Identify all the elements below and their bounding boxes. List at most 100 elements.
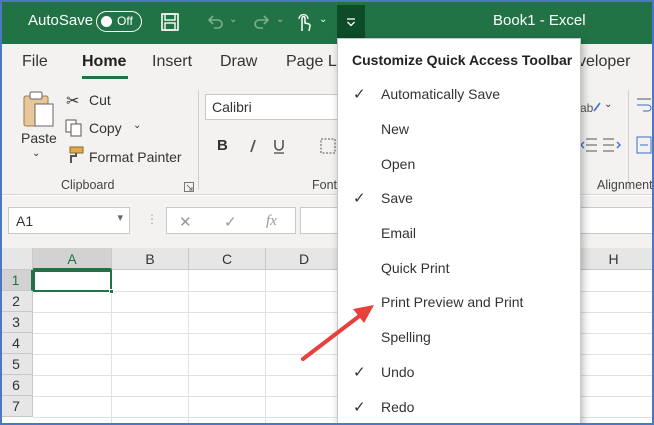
column-header-a[interactable]: A <box>33 248 112 270</box>
paste-chevron-icon[interactable]: ⌄ <box>32 148 40 159</box>
decrease-indent-icon[interactable] <box>580 137 598 156</box>
italic-icon[interactable] <box>246 138 260 157</box>
tab-file[interactable]: File <box>22 53 48 71</box>
format-painter-icon <box>65 146 85 167</box>
scissors-icon: ✂ <box>66 93 80 110</box>
wrap-text-icon[interactable] <box>636 96 652 119</box>
borders-icon[interactable] <box>320 138 336 157</box>
copy-icon <box>65 119 83 140</box>
menu-item-quick-print[interactable]: Quick Print <box>338 252 580 286</box>
tab-insert[interactable]: Insert <box>152 53 192 71</box>
group-separator <box>198 90 199 190</box>
autosave-state: Off <box>117 14 133 28</box>
menu-item-open[interactable]: Open <box>338 148 580 182</box>
customize-qat-menu: Customize Quick Access Toolbar ✓ Automat… <box>337 38 581 425</box>
menu-item-label: Open <box>381 156 416 172</box>
menu-item-label: Save <box>381 190 413 206</box>
group-separator <box>628 90 629 190</box>
menu-item-save[interactable]: ✓ Save <box>338 182 580 216</box>
font-name-value: Calibri <box>212 99 252 115</box>
active-cell-a1[interactable] <box>33 270 114 294</box>
save-icon[interactable] <box>158 10 182 34</box>
column-header-h[interactable]: H <box>574 248 654 270</box>
column-header-b[interactable]: B <box>112 248 189 270</box>
tab-page-layout[interactable]: Page L <box>286 53 337 71</box>
active-tab-indicator <box>82 76 128 79</box>
row-header-6[interactable]: 6 <box>0 375 33 396</box>
column-header-c[interactable]: C <box>189 248 266 270</box>
menu-item-email[interactable]: Email <box>338 217 580 251</box>
menu-item-label: New <box>381 121 410 137</box>
row-header-7[interactable]: 7 <box>0 396 33 417</box>
checkmark-icon: ✓ <box>353 364 366 381</box>
menu-item-new[interactable]: New <box>338 113 580 147</box>
column-header-d[interactable]: D <box>266 248 343 270</box>
bold-button[interactable]: B <box>217 137 228 154</box>
menu-item-label: Automatically Save <box>381 86 501 102</box>
orientation-icon[interactable]: ab <box>580 97 602 120</box>
menu-item-label: Undo <box>381 364 415 380</box>
merge-center-icon[interactable] <box>636 136 652 157</box>
underline-icon[interactable] <box>272 138 286 157</box>
tab-developer[interactable]: veloper <box>578 53 630 71</box>
menu-item-label: Print Preview and Print <box>381 294 524 310</box>
gridline <box>188 270 189 425</box>
autosave-toggle[interactable]: Off <box>96 11 142 32</box>
menu-item-label: Spelling <box>381 329 431 345</box>
row-header-3[interactable]: 3 <box>0 312 33 333</box>
undo-chevron-icon[interactable]: ⌄ <box>229 14 237 25</box>
insert-function-icon[interactable]: fx <box>266 213 277 230</box>
copy-button[interactable]: Copy <box>89 120 122 136</box>
copy-chevron-icon[interactable]: ⌄ <box>133 120 141 131</box>
toggle-knob <box>101 16 112 27</box>
font-group-label: Font <box>312 178 338 192</box>
customize-qat-button[interactable] <box>337 5 365 38</box>
format-painter-button[interactable]: Format Painter <box>89 149 182 165</box>
enter-icon[interactable]: ✓ <box>224 213 237 231</box>
checkmark-icon: ✓ <box>353 399 366 416</box>
checkmark-icon: ✓ <box>353 86 366 103</box>
touch-mode-icon[interactable] <box>292 10 316 34</box>
window-title: Book1 - Excel <box>493 12 586 29</box>
name-box-value: A1 <box>16 213 34 229</box>
menu-title: Customize Quick Access Toolbar <box>352 52 573 68</box>
name-box-chevron-icon[interactable]: ▾ <box>117 211 123 224</box>
orientation-chevron-icon[interactable]: ⌄ <box>604 99 612 110</box>
name-box[interactable]: A1 ▾ <box>8 207 130 234</box>
formula-bar-grip-icon: ⋮ <box>146 212 158 226</box>
cut-button[interactable]: Cut <box>89 92 111 108</box>
row-header-4[interactable]: 4 <box>0 333 33 354</box>
redo-icon[interactable] <box>250 10 274 34</box>
undo-icon[interactable] <box>203 10 227 34</box>
formula-buttons: ✕ ✓ fx <box>166 207 296 234</box>
fill-handle[interactable] <box>109 289 114 294</box>
tab-draw[interactable]: Draw <box>220 53 257 71</box>
redo-chevron-icon[interactable]: ⌄ <box>276 14 284 25</box>
menu-item-redo[interactable]: ✓ Redo <box>338 391 580 425</box>
alignment-group-label: Alignment <box>597 178 653 192</box>
menu-item-print-preview-and-print[interactable]: Print Preview and Print <box>338 286 580 320</box>
touch-chevron-icon[interactable]: ⌄ <box>319 14 327 25</box>
clipboard-launcher-icon[interactable] <box>184 180 194 195</box>
row-header-5[interactable]: 5 <box>0 354 33 375</box>
menu-item-label: Email <box>381 225 417 241</box>
row-header-2[interactable]: 2 <box>0 291 33 312</box>
tab-home[interactable]: Home <box>82 53 126 71</box>
autosave-label: AutoSave <box>28 12 94 29</box>
menu-item-label: Redo <box>381 399 415 415</box>
customize-dropdown-icon <box>347 17 355 26</box>
menu-item-undo[interactable]: ✓ Undo <box>338 356 580 390</box>
menu-item-spelling[interactable]: Spelling <box>338 321 580 355</box>
gridline <box>265 270 266 425</box>
increase-indent-icon[interactable] <box>602 137 622 156</box>
font-name-box[interactable]: Calibri <box>205 94 340 120</box>
cancel-icon[interactable]: ✕ <box>179 213 192 231</box>
checkmark-icon: ✓ <box>353 190 366 207</box>
menu-item-automatically-save[interactable]: ✓ Automatically Save <box>338 78 580 112</box>
row-header-1[interactable]: 1 <box>0 270 33 291</box>
paste-button[interactable]: Paste <box>21 130 57 146</box>
menu-item-label: Quick Print <box>381 260 450 276</box>
clipboard-group-label: Clipboard <box>61 178 115 192</box>
paste-icon[interactable] <box>22 90 56 133</box>
select-all-corner[interactable] <box>0 248 33 270</box>
